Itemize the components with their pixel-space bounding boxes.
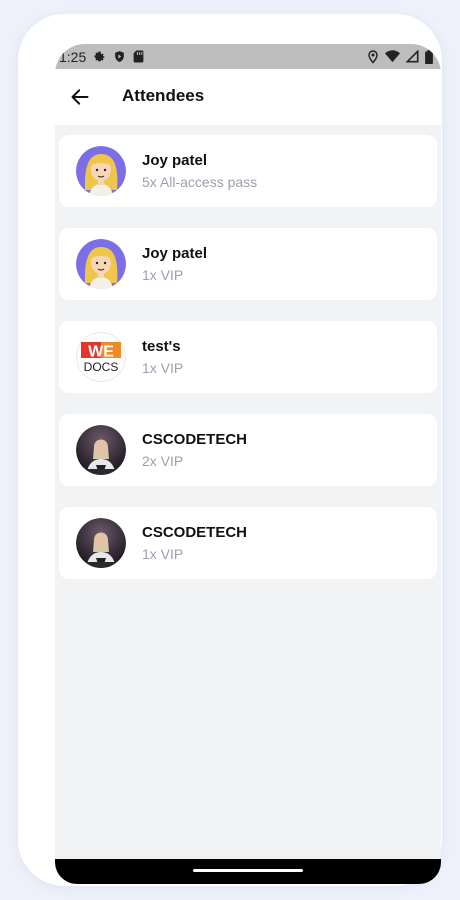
wifi-icon <box>385 50 400 63</box>
phone-frame: 1:25 Attendees Joy patel 5x All-access p… <box>18 14 442 886</box>
ticket-info: 1x VIP <box>142 545 184 562</box>
status-bar: 1:25 <box>55 44 441 69</box>
attendee-list: Joy patel 5x All-access pass Joy patel 1… <box>59 135 437 600</box>
avatar-photo <box>76 425 126 475</box>
home-indicator[interactable] <box>193 869 303 872</box>
attendee-card[interactable]: WE DOCS test's 1x VIP <box>59 321 437 393</box>
system-nav-bar <box>55 859 441 884</box>
logo-text-we: WE <box>88 344 114 361</box>
avatar-logo: WE DOCS <box>76 332 126 382</box>
back-button[interactable] <box>68 85 92 109</box>
page-title: Attendees <box>122 86 205 105</box>
sd-card-icon <box>133 50 144 63</box>
location-icon <box>367 49 379 64</box>
attendee-card[interactable]: CSCODETECH 2x VIP <box>59 414 437 486</box>
ticket-info: 1x VIP <box>142 266 184 283</box>
attendee-card[interactable]: CSCODETECH 1x VIP <box>59 507 437 579</box>
battery-icon <box>425 49 433 64</box>
gear-icon <box>93 50 106 63</box>
screen: 1:25 Attendees Joy patel 5x All-access p… <box>55 44 441 884</box>
status-time: 1:25 <box>59 48 87 65</box>
attendee-name: CSCODETECH <box>142 430 248 448</box>
attendee-card[interactable]: Joy patel 1x VIP <box>59 228 437 300</box>
attendee-name: test's <box>142 337 181 355</box>
arrow-left-icon <box>70 87 90 107</box>
attendee-name: Joy patel <box>142 151 208 169</box>
shield-icon <box>113 50 126 63</box>
ticket-info: 1x VIP <box>142 359 184 376</box>
signal-icon <box>406 50 419 63</box>
logo-text-docs: DOCS <box>84 360 119 374</box>
attendee-name: Joy patel <box>142 244 208 262</box>
app-bar: Attendees <box>55 69 441 125</box>
avatar-cartoon <box>76 146 126 196</box>
ticket-info: 5x All-access pass <box>142 173 258 190</box>
attendee-name: CSCODETECH <box>142 523 248 541</box>
ticket-info: 2x VIP <box>142 452 184 469</box>
attendee-card[interactable]: Joy patel 5x All-access pass <box>59 135 437 207</box>
avatar-photo <box>76 518 126 568</box>
avatar-cartoon <box>76 239 126 289</box>
